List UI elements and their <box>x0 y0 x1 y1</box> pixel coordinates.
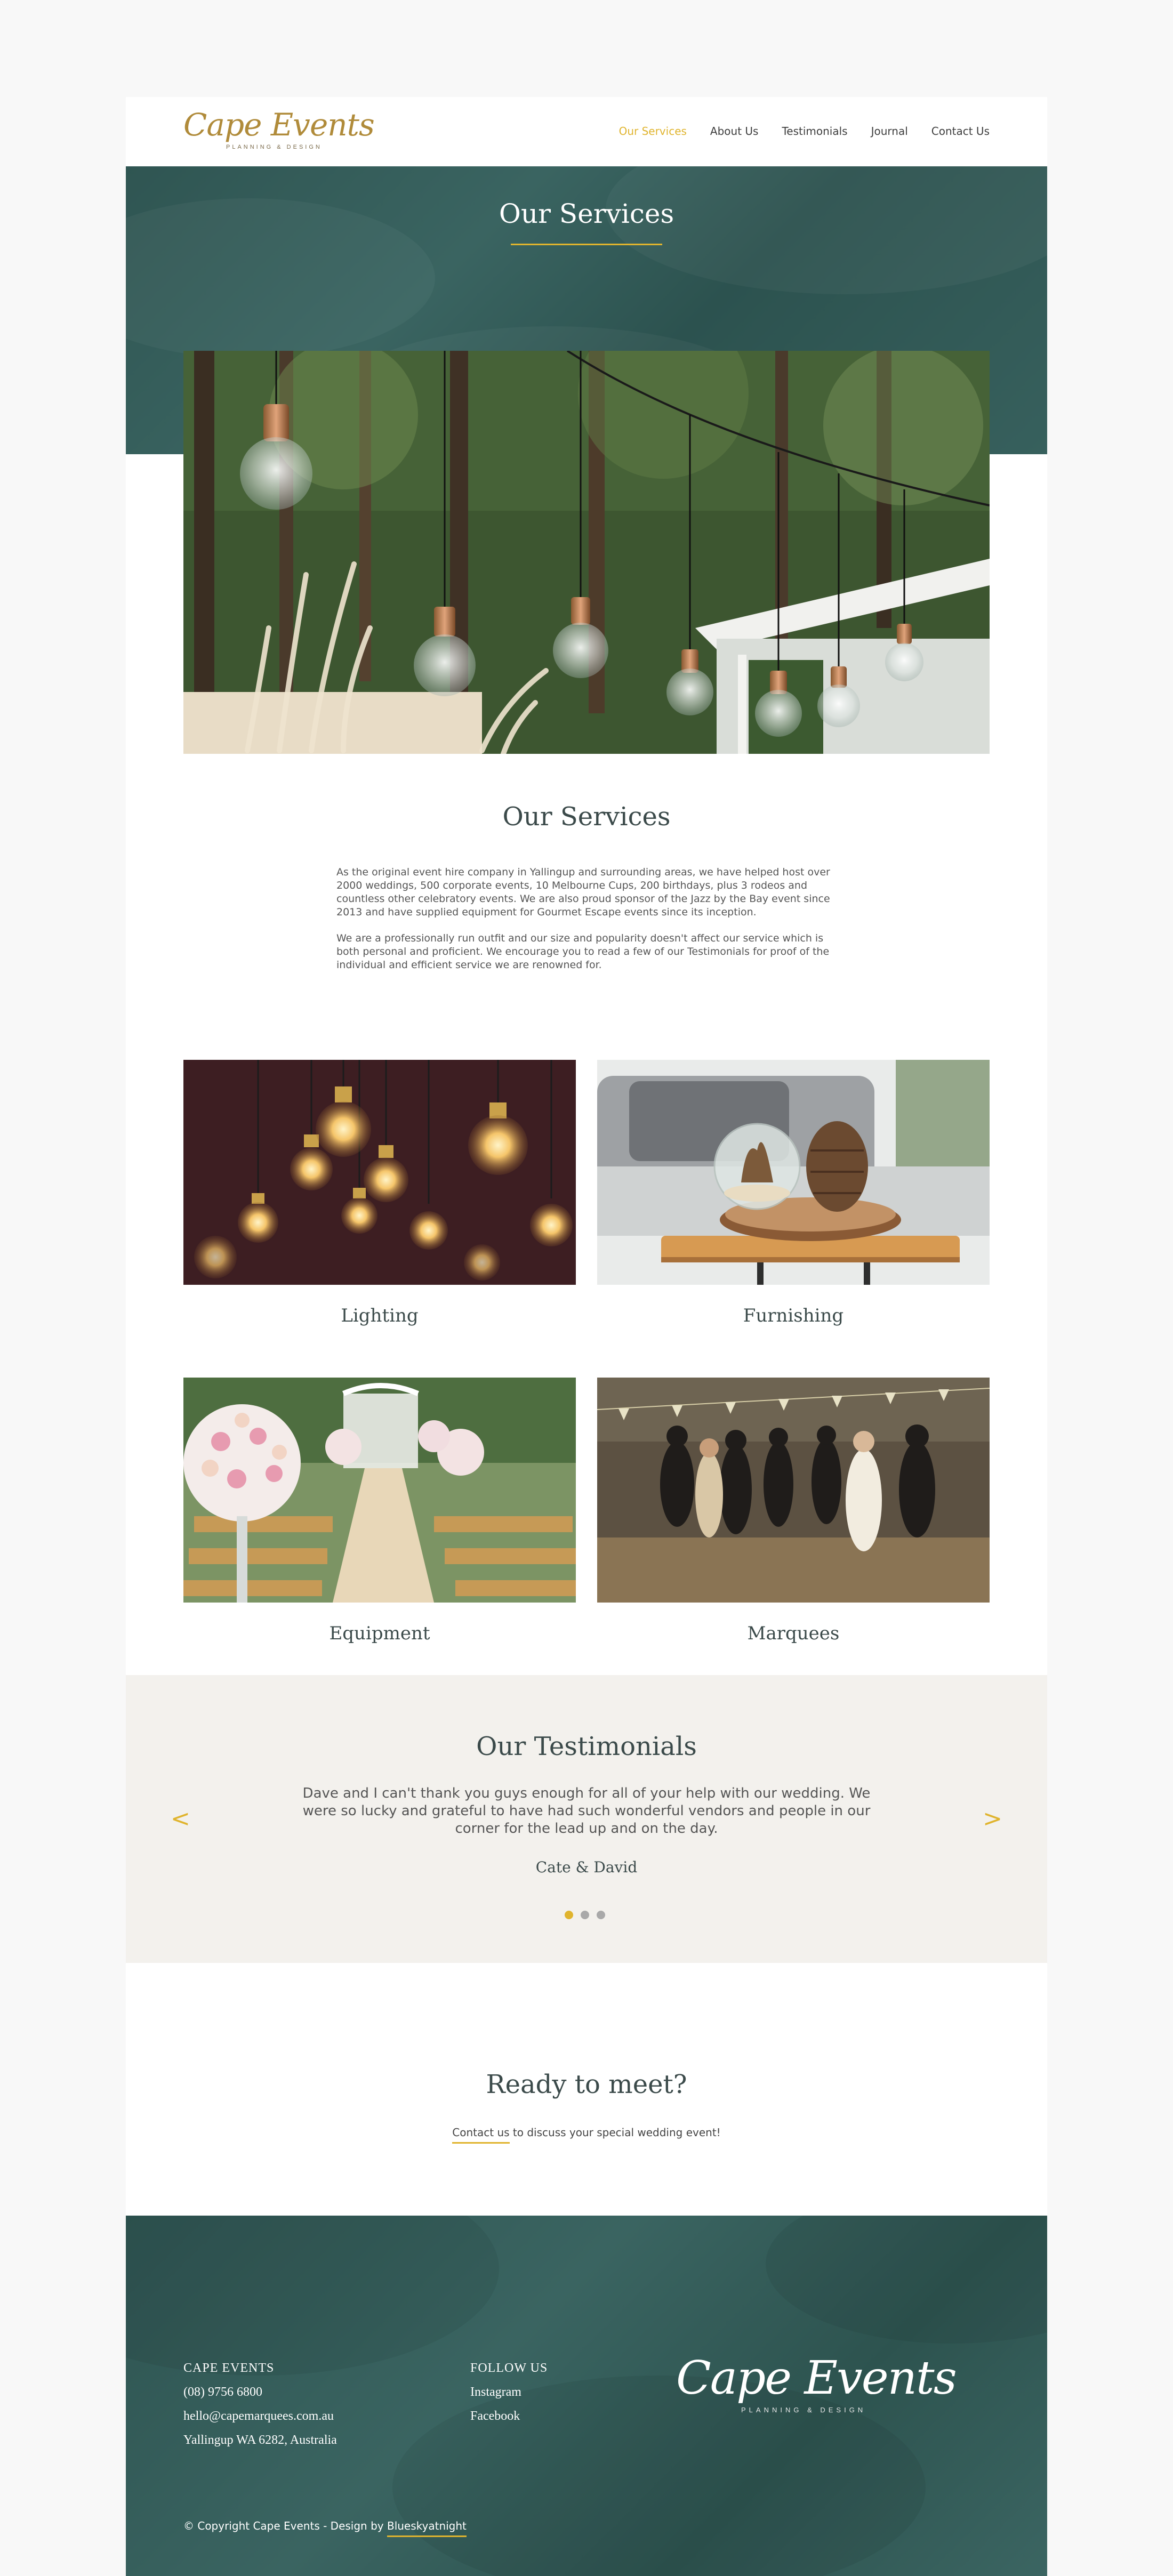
site-footer: CAPE EVENTS (08) 9756 6800 hello@capemar… <box>126 2216 1047 2576</box>
service-card-marquees[interactable]: Marquees <box>597 1378 990 1644</box>
site-header: Cape Events PLANNING & DESIGN Our Servic… <box>126 97 1047 166</box>
main-nav: Our Services About Us Testimonials Journ… <box>619 125 990 138</box>
service-label-marquees[interactable]: Marquees <box>597 1623 990 1644</box>
pagination-dot[interactable] <box>565 1911 573 1919</box>
intro-title: Our Services <box>502 802 671 832</box>
footer-logo[interactable]: Cape Events PLANNING & DESIGN <box>676 2352 957 2432</box>
nav-item-contact-us[interactable]: Contact Us <box>931 125 990 138</box>
nav-item-testimonials[interactable]: Testimonials <box>782 125 847 138</box>
hero-image-hanging-bulbs <box>183 351 990 754</box>
service-label-furnishing[interactable]: Furnishing <box>597 1305 990 1326</box>
logo-tagline: PLANNING & DESIGN <box>226 144 322 150</box>
marquees-image[interactable] <box>597 1378 990 1603</box>
contact-us-link[interactable]: Contact us <box>452 2126 510 2144</box>
service-card-equipment[interactable]: Equipment <box>183 1378 576 1644</box>
cta-text-rest: to discuss your special wedding event! <box>509 2126 721 2139</box>
testimonial-author: Cate & David <box>535 1858 638 1876</box>
footer-facebook-link[interactable]: Facebook <box>470 2404 548 2428</box>
intro-text: As the original event hire company in Ya… <box>336 866 837 985</box>
testimonial-pagination <box>565 1911 605 1919</box>
equipment-illustration <box>183 1378 576 1603</box>
hanging-bulbs-illustration <box>183 351 990 754</box>
equipment-image[interactable] <box>183 1378 576 1603</box>
lighting-illustration <box>183 1060 576 1285</box>
testimonial-prev-arrow-icon[interactable]: < <box>171 1807 190 1831</box>
furnishing-illustration <box>597 1060 990 1285</box>
nav-item-about-us[interactable]: About Us <box>710 125 759 138</box>
intro-paragraph: We are a professionally run outfit and o… <box>336 932 830 971</box>
furnishing-image[interactable] <box>597 1060 990 1285</box>
footer-phone[interactable]: (08) 9756 6800 <box>183 2380 337 2404</box>
footer-social-column: FOLLOW US Instagram Facebook <box>470 2356 548 2428</box>
marquees-illustration <box>597 1378 990 1603</box>
footer-instagram-link[interactable]: Instagram <box>470 2380 548 2404</box>
service-card-lighting[interactable]: Lighting <box>183 1060 576 1326</box>
service-label-lighting[interactable]: Lighting <box>183 1305 576 1326</box>
footer-copyright: © Copyright Cape Events - Design by Blue… <box>183 2519 467 2537</box>
footer-contact-column: CAPE EVENTS (08) 9756 6800 hello@capemar… <box>183 2356 337 2452</box>
nav-item-our-services[interactable]: Our Services <box>619 125 687 138</box>
testimonial-next-arrow-icon[interactable]: > <box>983 1807 1002 1831</box>
designer-link[interactable]: Blueskyatnight <box>387 2519 467 2537</box>
testimonial-quote: Dave and I can't thank you guys enough f… <box>302 1785 871 1837</box>
pagination-dot[interactable] <box>597 1911 605 1919</box>
pagination-dot[interactable] <box>581 1911 589 1919</box>
footer-logo-wordmark: Cape Events <box>676 2352 957 2405</box>
cta-title: Ready to meet? <box>486 2070 687 2099</box>
lighting-image[interactable] <box>183 1060 576 1285</box>
hero-title: Our Services <box>499 198 674 229</box>
hero-title-underline <box>511 244 662 245</box>
footer-email[interactable]: hello@capemarquees.com.au <box>183 2404 337 2428</box>
page: Cape Events PLANNING & DESIGN Our Servic… <box>126 97 1047 2576</box>
brand-logo[interactable]: Cape Events PLANNING & DESIGN <box>183 107 375 158</box>
copyright-text: © Copyright Cape Events - Design by <box>183 2519 387 2532</box>
footer-logo-tagline: PLANNING & DESIGN <box>741 2406 866 2414</box>
service-label-equipment[interactable]: Equipment <box>183 1623 576 1644</box>
testimonials-section: Our Testimonials < > Dave and I can't th… <box>126 1675 1047 1963</box>
logo-wordmark: Cape Events <box>183 107 375 143</box>
testimonials-title: Our Testimonials <box>476 1732 697 1761</box>
cta-text: Contact us to discuss your special weddi… <box>126 2126 1047 2144</box>
footer-address: Yallingup WA 6282, Australia <box>183 2433 337 2447</box>
service-card-furnishing[interactable]: Furnishing <box>597 1060 990 1326</box>
intro-paragraph: As the original event hire company in Ya… <box>336 866 830 918</box>
nav-item-journal[interactable]: Journal <box>871 125 908 138</box>
footer-follow-heading: FOLLOW US <box>470 2361 548 2375</box>
footer-contact-heading: CAPE EVENTS <box>183 2361 275 2375</box>
